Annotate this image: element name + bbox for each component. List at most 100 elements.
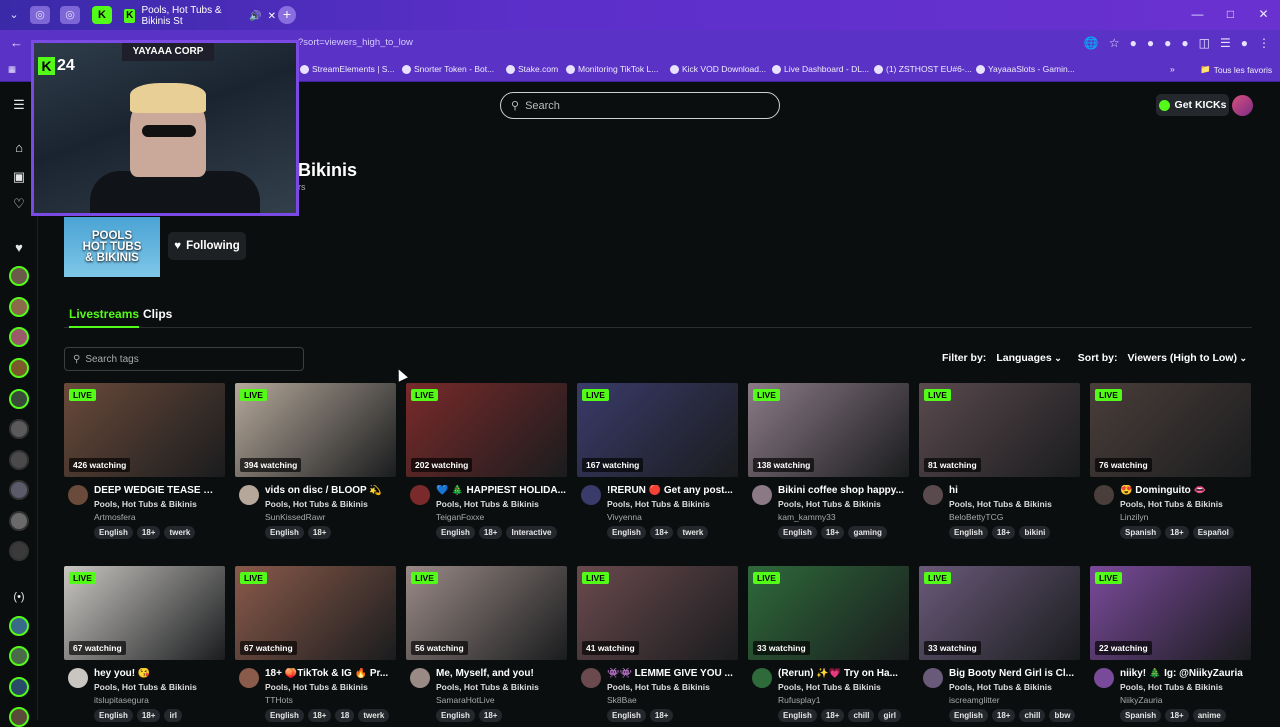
stream-tag[interactable]: 18+ [649,709,674,722]
stream-tag[interactable]: 18+ [991,709,1016,722]
extension-icon-1[interactable]: ● [1130,36,1137,50]
stream-tag[interactable]: 18+ [820,709,845,722]
streamer-avatar[interactable] [239,668,259,688]
stream-card[interactable]: LIVE 41 watching 👾👾 LEMME GIVE YOU ... P… [577,566,738,722]
stream-thumbnail[interactable]: LIVE 394 watching [235,383,396,477]
streamer-name[interactable]: Vivyenna [607,512,642,522]
streamer-avatar[interactable] [923,668,943,688]
stream-tag[interactable]: bikini [1019,526,1051,539]
stream-title[interactable]: DEEP WEDGIE TEASE 💦 ... [94,485,224,496]
stream-category[interactable]: Pools, Hot Tubs & Bikinis [436,682,539,692]
bookmark-item[interactable]: StreamElements | S... [300,64,395,74]
streamer-avatar[interactable] [1094,668,1114,688]
streamer-name[interactable]: itslupitasegura [94,695,149,705]
stream-thumbnail[interactable]: LIVE 167 watching [577,383,738,477]
streamer-avatar[interactable] [1094,485,1114,505]
stream-tag[interactable]: 18+ [820,526,845,539]
stream-title[interactable]: (Rerun) ✨💗 Try on Ha... [778,668,908,679]
profile-icon[interactable]: ● [1241,36,1248,50]
stream-card[interactable]: LIVE 22 watching niiky! 🎄 Ig: @NiikyZaur… [1090,566,1251,722]
stream-thumbnail[interactable]: LIVE 202 watching [406,383,567,477]
stream-tag[interactable]: anime [1192,709,1226,722]
stream-card[interactable]: LIVE 394 watching vids on disc / BLOOP 💫… [235,383,396,539]
stream-tag[interactable]: English [778,709,817,722]
bookmark-star-icon[interactable]: ☆ [1109,36,1120,50]
recommended-channel-avatar[interactable] [9,677,29,697]
stream-tag[interactable]: 18+ [307,709,332,722]
stream-category[interactable]: Pools, Hot Tubs & Bikinis [265,499,368,509]
stream-tag[interactable]: chill [1019,709,1046,722]
pinned-tab-kick[interactable]: K [92,6,112,24]
stream-title[interactable]: hey you! 😘 [94,668,224,679]
stream-tag[interactable]: 18+ [478,526,503,539]
extensions-puzzle-icon[interactable]: ◫ [1199,36,1210,50]
stream-card[interactable]: LIVE 202 watching 💙 🎄 HAPPIEST HOLIDA...… [406,383,567,539]
streamer-name[interactable]: Sk8Bae [607,695,637,705]
maximize-button[interactable]: □ [1214,0,1247,30]
stream-tag[interactable]: 18+ [136,709,161,722]
stream-title[interactable]: !RERUN 🔴 Get any post... [607,485,737,496]
stream-tag[interactable]: twerk [358,709,390,722]
stream-tag[interactable]: English [949,709,988,722]
stream-thumbnail[interactable]: LIVE 67 watching [64,566,225,660]
streamer-name[interactable]: iscreamglitter [949,695,1000,705]
stream-title[interactable]: hi [949,485,1079,496]
stream-tag[interactable]: 18+ [478,709,503,722]
stream-tag[interactable]: Spanish [1120,709,1162,722]
stream-tag[interactable]: Español [1192,526,1234,539]
streamer-avatar[interactable] [752,668,772,688]
bookmark-item[interactable]: Monitoring TikTok L... [566,64,658,74]
url-field[interactable]: ?sort=viewers_high_to_low [298,37,413,48]
bookmark-item[interactable]: YayaaaSlots - Gamin... [976,64,1075,74]
stream-tag[interactable]: 18+ [1165,709,1189,722]
streamer-name[interactable]: Rufusplay1 [778,695,821,705]
stream-category[interactable]: Pools, Hot Tubs & Bikinis [1120,682,1223,692]
streamer-name[interactable]: Artmosfera [94,512,136,522]
active-tab[interactable]: K Pools, Hot Tubs & Bikinis St 🔊 ✕ [116,3,276,29]
stream-tag[interactable]: English [436,709,475,722]
tag-search-input[interactable]: ⚲ Search tags [64,347,304,371]
all-favorites-folder[interactable]: 📁 Tous les favoris [1200,64,1272,75]
pinned-tab-1[interactable]: ◎ [30,6,50,24]
media-icon[interactable]: ☰ [1220,36,1231,50]
stream-card[interactable]: LIVE 138 watching Bikini coffee shop hap… [748,383,909,539]
stream-tag[interactable]: gaming [848,526,887,539]
stream-tag[interactable]: Interactive [506,526,557,539]
stream-tag[interactable]: English [94,709,133,722]
bookmark-item[interactable]: Kick VOD Download... [670,64,766,74]
streamer-avatar[interactable] [239,485,259,505]
stream-tag[interactable]: 18+ [307,526,332,539]
streamer-name[interactable]: Linzilyn [1120,512,1148,522]
streamer-avatar[interactable] [68,668,88,688]
home-icon[interactable]: ⌂ [10,139,28,157]
stream-thumbnail[interactable]: LIVE 33 watching [919,566,1080,660]
stream-title[interactable]: 18+ 🍑TikTok & IG 🔥 Pr... [265,668,395,679]
streamer-avatar[interactable] [752,485,772,505]
stream-category[interactable]: Pools, Hot Tubs & Bikinis [94,499,197,509]
recommended-channel-avatar[interactable] [9,707,29,727]
followed-channel-avatar[interactable] [9,358,29,378]
stream-tag[interactable]: English [949,526,988,539]
stream-tag[interactable]: Spanish [1120,526,1162,539]
stream-tag[interactable]: 18 [335,709,355,722]
stream-tag[interactable]: twerk [164,526,196,539]
stream-card[interactable]: LIVE 33 watching Big Booty Nerd Girl is … [919,566,1080,722]
followed-channel-avatar[interactable] [9,266,29,286]
minimize-button[interactable]: — [1181,0,1214,30]
user-avatar[interactable] [1232,95,1253,116]
bookmark-item[interactable]: Stake.com [506,64,558,74]
pinned-tab-2[interactable]: ◎ [60,6,80,24]
tab-clips[interactable]: Clips [143,307,172,321]
streamer-avatar[interactable] [923,485,943,505]
bookmark-item[interactable]: (1) ZSTHOST EU#6-... [874,64,972,74]
streamer-name[interactable]: NiikyZauria [1120,695,1163,705]
offline-channel-avatar[interactable] [9,480,29,500]
translate-icon[interactable]: 🌐 [1084,36,1099,50]
stream-title[interactable]: Me, Myself, and you! [436,668,566,679]
stream-category[interactable]: Pools, Hot Tubs & Bikinis [1120,499,1223,509]
recommended-channel-avatar[interactable] [9,616,29,636]
stream-category[interactable]: Pools, Hot Tubs & Bikinis [778,499,881,509]
stream-tag[interactable]: twerk [677,526,709,539]
sort-dropdown[interactable]: Viewers (High to Low) [1123,352,1251,364]
streamer-name[interactable]: SamaraHotLive [436,695,495,705]
